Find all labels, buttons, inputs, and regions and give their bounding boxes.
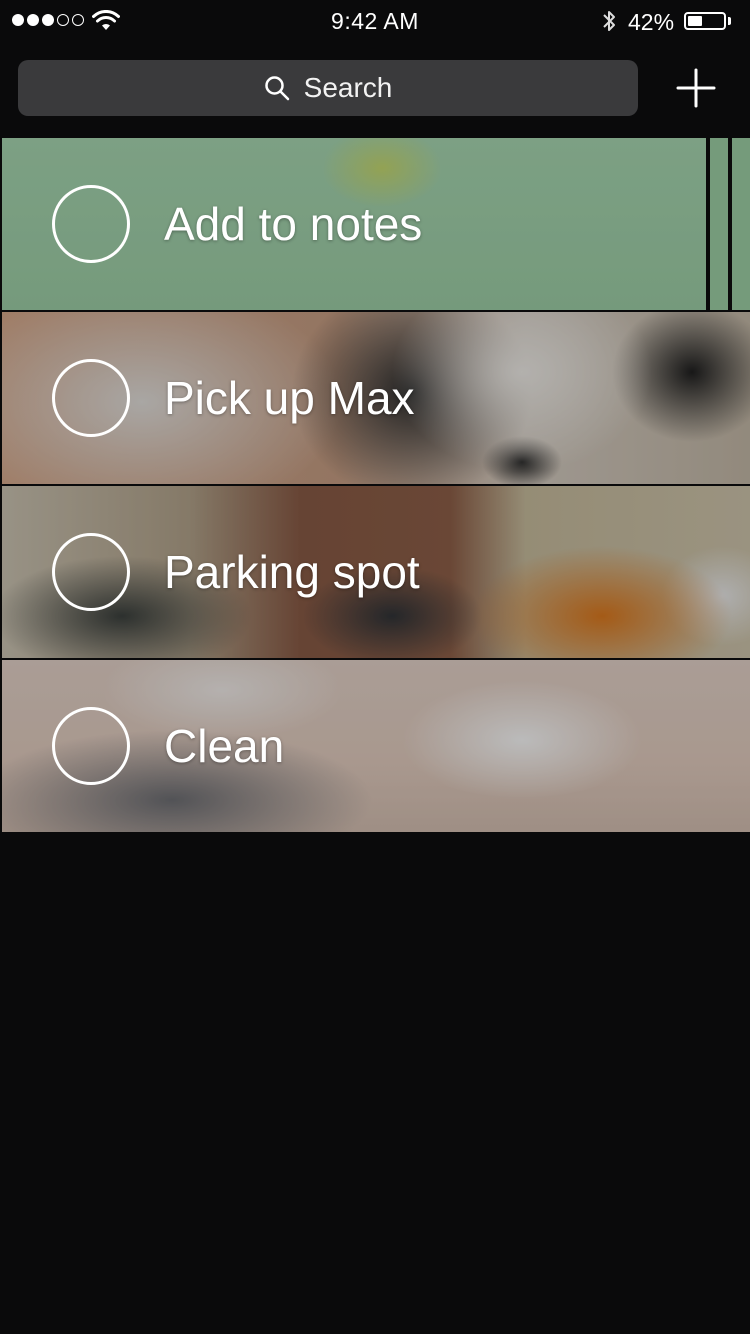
complete-checkbox[interactable] [52, 359, 130, 437]
task-row[interactable]: Add to notes [0, 138, 750, 310]
task-label: Clean [164, 720, 285, 772]
task-row[interactable]: Pick up Max [0, 310, 750, 484]
battery-icon [684, 12, 726, 30]
search-placeholder: Search [303, 72, 393, 103]
bluetooth-icon [600, 9, 618, 38]
battery-percentage: 42% [628, 9, 675, 35]
status-bar: 9:42 AM 42% [0, 0, 750, 42]
plus-icon [676, 68, 716, 108]
complete-checkbox[interactable] [52, 533, 130, 611]
search-icon [264, 75, 290, 101]
search-bar[interactable]: Search [18, 60, 638, 116]
battery-nub [728, 17, 731, 25]
add-task-button[interactable] [670, 62, 722, 114]
task-label: Parking spot [164, 546, 420, 598]
complete-checkbox[interactable] [52, 707, 130, 785]
battery-level-fill [688, 16, 702, 26]
task-label: Pick up Max [164, 372, 415, 424]
task-row[interactable]: Clean [0, 658, 750, 832]
task-list: Add to notes Pick up Max Parking spot Cl… [0, 138, 750, 832]
task-label: Add to notes [164, 198, 423, 250]
complete-checkbox[interactable] [52, 185, 130, 263]
task-row[interactable]: Parking spot [0, 484, 750, 658]
